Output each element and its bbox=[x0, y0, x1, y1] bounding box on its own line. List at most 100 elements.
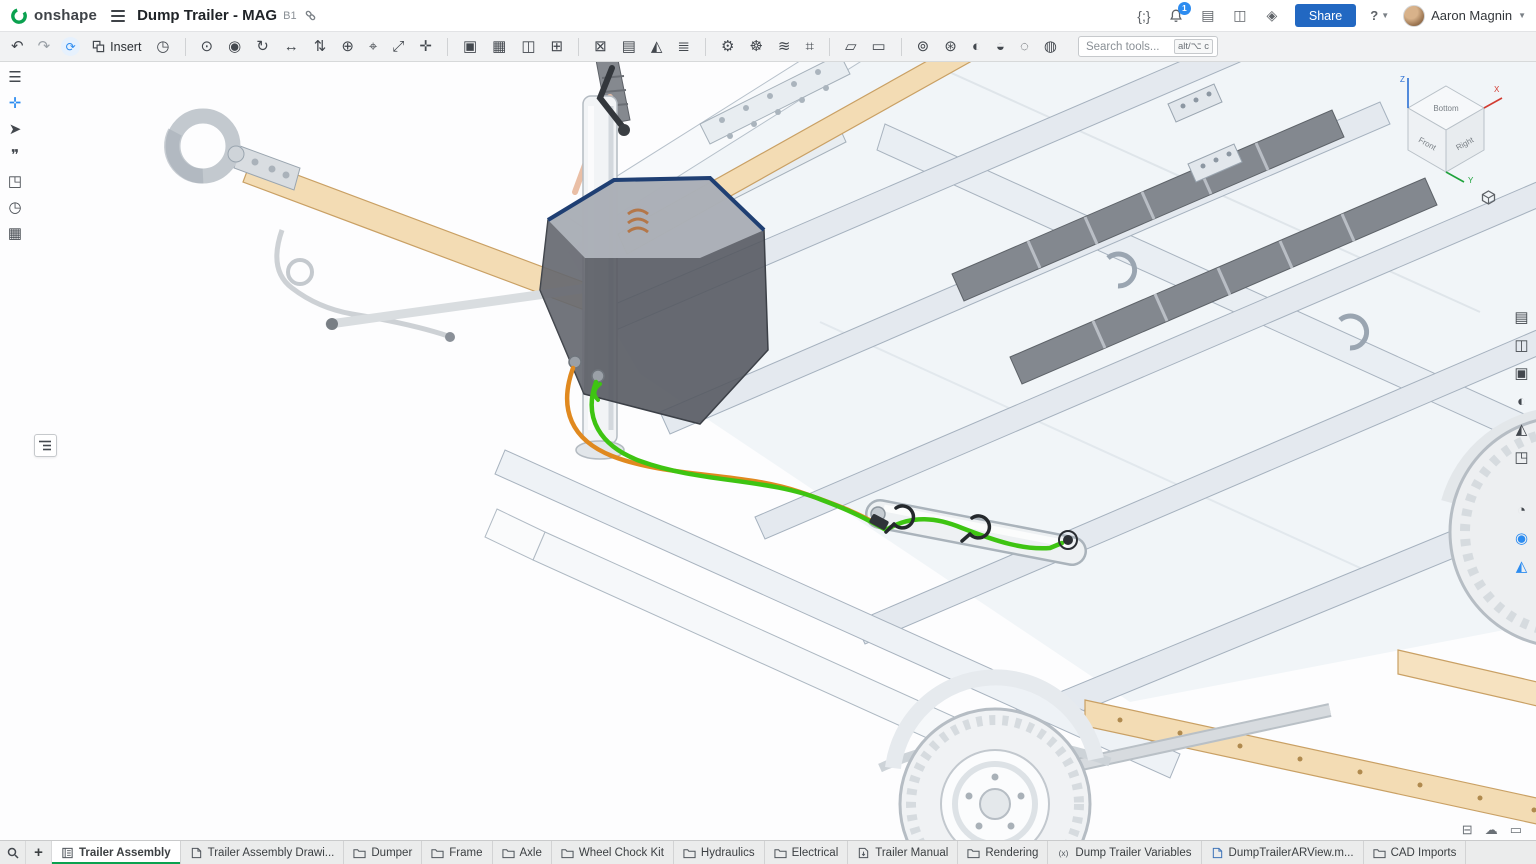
chevron-down-icon: ▼ bbox=[1518, 11, 1526, 20]
render-quality-icon[interactable]: ◔ bbox=[1517, 503, 1526, 518]
ball-mate-icon[interactable]: ⊕ bbox=[338, 37, 357, 56]
mate-connector-panel-icon[interactable]: ✛ bbox=[9, 96, 22, 111]
tab-label: Electrical bbox=[792, 847, 839, 859]
tangent-mate-icon[interactable]: ⌖ bbox=[366, 37, 380, 56]
named-views-icon[interactable]: ▤ bbox=[619, 37, 639, 56]
folder-icon bbox=[967, 847, 980, 859]
notes-panel-icon[interactable]: ▤ bbox=[1514, 310, 1528, 325]
cloud-status-icon[interactable]: ☁ bbox=[1485, 823, 1498, 836]
feature-list-icon[interactable]: ☰ bbox=[8, 70, 21, 85]
search-tools-input[interactable] bbox=[1086, 41, 1174, 53]
history-icon[interactable]: ◷ bbox=[8, 200, 21, 215]
toolbar-separator bbox=[901, 38, 902, 56]
document-tab[interactable]: (x)Dump Trailer Variables bbox=[1048, 841, 1201, 864]
selection-tool-icon[interactable]: ➤ bbox=[9, 122, 22, 137]
view-orientation-icon[interactable]: ◳ bbox=[1514, 450, 1528, 465]
custom-features-icon[interactable]: ☸ bbox=[746, 37, 765, 56]
document-tab[interactable]: Trailer Manual bbox=[848, 841, 958, 864]
drawing-tool-icon[interactable]: ▭ bbox=[868, 37, 888, 56]
realistic-render-icon[interactable]: ◉ bbox=[1515, 531, 1528, 546]
chevron-down-icon: ▼ bbox=[1381, 11, 1389, 20]
document-tab[interactable]: Trailer Assembly Drawi... bbox=[181, 841, 345, 864]
document-tab[interactable]: DumpTrailerARView.m... bbox=[1202, 841, 1364, 864]
document-tab[interactable]: CAD Imports bbox=[1364, 841, 1467, 864]
circular-pattern-icon[interactable]: ◫ bbox=[518, 37, 538, 56]
document-title: Dump Trailer - MAG bbox=[137, 7, 277, 24]
insert-button[interactable]: Insert bbox=[88, 40, 145, 54]
x-axis-label: X bbox=[1494, 85, 1500, 94]
svg-text:(x): (x) bbox=[1059, 848, 1069, 858]
section-view-icon[interactable]: ◭ bbox=[648, 37, 666, 56]
tag-icon[interactable]: ◈ bbox=[1263, 6, 1281, 26]
undo-icon[interactable]: ↶ bbox=[8, 37, 27, 56]
group-icon[interactable]: ▣ bbox=[460, 37, 480, 56]
slider-mate-icon[interactable]: ↔ bbox=[281, 37, 302, 56]
parts-panel-icon[interactable]: ◳ bbox=[8, 174, 22, 189]
user-menu[interactable]: Aaron Magnin ▼ bbox=[1403, 5, 1526, 27]
document-tab[interactable]: Electrical bbox=[765, 841, 849, 864]
document-tab[interactable]: Rendering bbox=[958, 841, 1048, 864]
comments-icon[interactable]: ❞ bbox=[11, 148, 19, 163]
sheet-metal-icon[interactable]: ▱ bbox=[842, 37, 860, 56]
electrical-box[interactable] bbox=[540, 178, 768, 424]
help-label: ? bbox=[1370, 8, 1378, 23]
dev-brackets-icon[interactable]: {;} bbox=[1135, 6, 1153, 26]
document-tab[interactable]: Wheel Chock Kit bbox=[552, 841, 674, 864]
tool-search: alt/⌥ c bbox=[1078, 36, 1218, 57]
mate-connector-icon[interactable]: ✛ bbox=[416, 37, 435, 56]
spreadsheet-icon[interactable]: ▤ bbox=[1199, 6, 1217, 26]
mate-icon[interactable]: ⊙ bbox=[198, 37, 217, 56]
present-mode-icon[interactable]: ▭ bbox=[1510, 823, 1522, 836]
redo-icon[interactable]: ↷ bbox=[35, 37, 54, 56]
document-tab[interactable]: Hydraulics bbox=[674, 841, 765, 864]
display-options-icon[interactable]: ◐ bbox=[1517, 394, 1526, 409]
spring-tool-icon[interactable]: ≋ bbox=[775, 37, 794, 56]
rotate-view-icon[interactable]: ◐ bbox=[969, 37, 984, 56]
explode-icon[interactable]: ⊠ bbox=[591, 37, 610, 56]
cylindrical-mate-icon[interactable]: ⇅ bbox=[311, 37, 330, 56]
zoom-window-icon[interactable]: ⊚ bbox=[914, 37, 933, 56]
main-menu-icon[interactable] bbox=[111, 10, 125, 22]
replicate-icon[interactable]: ⊞ bbox=[548, 37, 567, 56]
share-link-icon[interactable] bbox=[304, 9, 317, 22]
measure-icon[interactable]: ⌗ bbox=[802, 37, 816, 56]
zoom-fit-icon[interactable]: ⊛ bbox=[941, 37, 960, 56]
history-icon[interactable]: ◷ bbox=[153, 37, 172, 56]
parallel-mate-icon[interactable]: ⤢ bbox=[389, 37, 407, 56]
update-sync-icon[interactable]: ⟳ bbox=[61, 37, 80, 56]
view-cube[interactable]: Bottom Front Right Z X Y bbox=[1382, 70, 1510, 210]
pan-view-icon[interactable]: ◒ bbox=[993, 37, 1008, 56]
bom-table-icon[interactable]: ≣ bbox=[674, 37, 693, 56]
print-icon[interactable]: ⊟ bbox=[1462, 823, 1473, 836]
onshape-logo[interactable]: onshape bbox=[10, 7, 97, 25]
assembly-viewport[interactable] bbox=[0, 62, 1536, 840]
share-button[interactable]: Share bbox=[1295, 4, 1356, 27]
app-grid-icon[interactable]: ◫ bbox=[1231, 6, 1249, 26]
ar-view-icon[interactable]: ◭ bbox=[1516, 559, 1528, 574]
instances-panel-toggle[interactable] bbox=[34, 434, 57, 457]
document-tab[interactable]: Dumper bbox=[344, 841, 422, 864]
appearance-panel-icon[interactable]: ▣ bbox=[1514, 366, 1528, 381]
bom-panel-icon[interactable]: ▦ bbox=[8, 226, 22, 241]
add-tab-button[interactable]: + bbox=[26, 841, 52, 864]
linear-pattern-icon[interactable]: ▦ bbox=[489, 37, 509, 56]
help-button[interactable]: ? ▼ bbox=[1370, 8, 1389, 23]
tab-search-button[interactable] bbox=[0, 841, 26, 864]
document-tab[interactable]: Trailer Assembly bbox=[52, 841, 181, 864]
document-tab[interactable]: Axle bbox=[493, 841, 552, 864]
configurations-icon[interactable]: ⚙ bbox=[718, 37, 737, 56]
view-home-icon[interactable] bbox=[1481, 190, 1496, 210]
document-tab[interactable]: Frame bbox=[422, 841, 492, 864]
revolute-mate-icon[interactable]: ↻ bbox=[253, 37, 272, 56]
parts-list-panel-icon[interactable]: ◫ bbox=[1514, 338, 1528, 353]
tab-label: Wheel Chock Kit bbox=[579, 847, 664, 859]
toolbar-separator bbox=[578, 38, 579, 56]
viewcube-bottom-label[interactable]: Bottom bbox=[1433, 104, 1459, 113]
appearance-icon[interactable]: ◍ bbox=[1041, 37, 1060, 56]
toolbar-separator bbox=[185, 38, 186, 56]
version-badge[interactable]: B1 bbox=[283, 10, 296, 22]
fastened-mate-icon[interactable]: ◉ bbox=[225, 37, 244, 56]
section-panel-icon[interactable]: ◭ bbox=[1516, 422, 1528, 437]
view-modes-icon[interactable]: ◌ bbox=[1017, 37, 1032, 56]
notifications-bell-icon[interactable]: 1 bbox=[1167, 6, 1185, 26]
